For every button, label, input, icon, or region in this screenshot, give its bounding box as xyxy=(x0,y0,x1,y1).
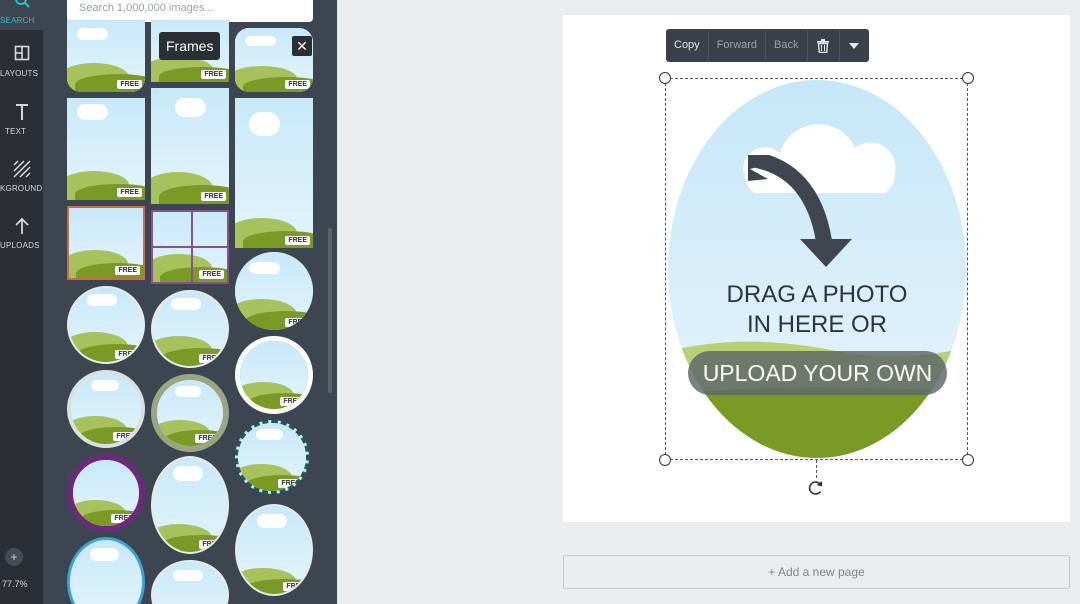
nav-item-label: TEXT xyxy=(5,127,27,136)
free-badge: FREE xyxy=(115,266,140,275)
free-badge: FREE xyxy=(199,354,224,363)
frame-thumbnail[interactable]: FREE xyxy=(235,98,313,248)
delete-button[interactable] xyxy=(808,29,840,62)
frame-thumbnail[interactable]: FREE xyxy=(67,454,145,532)
upload-icon xyxy=(0,217,43,241)
nav-item-text[interactable]: TEXT xyxy=(0,103,43,153)
zoom-level[interactable]: 77.7% xyxy=(2,579,28,589)
free-badge: FREE xyxy=(278,479,303,488)
free-badge: FREE xyxy=(117,80,142,89)
nav-item-label: LAYOUTS xyxy=(0,69,39,78)
frame-thumbnail[interactable]: FREE xyxy=(67,206,145,280)
frames-panel: Search 1,000,000 images... FREE FREE FRE… xyxy=(43,0,337,604)
nav-item-label: KGROUND xyxy=(0,184,43,193)
nav-item-layouts[interactable]: LAYOUTS xyxy=(0,45,43,95)
free-badge: FREE xyxy=(280,397,305,406)
panel-scrollbar[interactable] xyxy=(328,228,332,393)
frame-thumbnail[interactable]: FREE xyxy=(67,286,145,364)
free-badge: FREE xyxy=(201,70,226,79)
chevron-down-icon xyxy=(849,42,859,49)
free-badge: FREE xyxy=(285,318,310,327)
rotate-stem xyxy=(816,460,817,478)
add-button[interactable]: + xyxy=(5,548,23,566)
frame-thumbnail[interactable]: FREE xyxy=(235,252,313,330)
nav-item-background[interactable]: KGROUND xyxy=(0,160,43,210)
copy-button[interactable]: Copy xyxy=(666,29,709,62)
resize-handle-top-left[interactable] xyxy=(659,72,671,84)
resize-handle-bottom-left[interactable] xyxy=(659,454,671,466)
free-badge: FREE xyxy=(117,188,142,197)
search-icon xyxy=(0,0,43,16)
frame-thumbnail[interactable]: FREE xyxy=(235,504,313,596)
free-badge: FREE xyxy=(283,582,308,591)
frame-thumbnail[interactable] xyxy=(151,560,229,604)
add-page-button[interactable]: + Add a new page xyxy=(563,555,1070,589)
more-options-button[interactable] xyxy=(840,29,869,62)
close-icon[interactable]: ✕ xyxy=(292,36,312,56)
nav-item-label: SEARCH xyxy=(0,16,35,25)
frame-thumbnail[interactable]: FREE xyxy=(235,420,309,494)
free-badge: FREE xyxy=(195,434,220,443)
trash-icon xyxy=(817,38,829,53)
search-input[interactable]: Search 1,000,000 images... xyxy=(67,0,313,22)
frame-thumbnail[interactable]: FREE xyxy=(67,98,145,200)
free-badge: FREE xyxy=(199,540,224,549)
forward-button[interactable]: Forward xyxy=(709,29,767,62)
frame-thumbnail[interactable]: FREE xyxy=(67,20,145,92)
free-badge: FREE xyxy=(201,192,226,201)
rotate-icon[interactable] xyxy=(807,479,825,497)
free-badge: FREE xyxy=(113,432,138,441)
resize-handle-top-right[interactable] xyxy=(962,72,974,84)
frame-thumbnail[interactable]: FREE xyxy=(151,374,229,452)
selection-box xyxy=(665,78,968,460)
frames-tooltip: Frames xyxy=(159,32,221,60)
resize-handle-bottom-right[interactable] xyxy=(962,454,974,466)
layouts-icon xyxy=(0,45,43,69)
frame-thumbnail[interactable]: FREE xyxy=(67,370,145,448)
frame-thumbnail[interactable] xyxy=(67,537,145,604)
frame-thumbnail[interactable]: FREE xyxy=(151,456,229,554)
free-badge: FREE xyxy=(115,350,140,359)
frame-thumbnail[interactable]: FREE xyxy=(235,336,313,414)
text-icon xyxy=(0,103,43,127)
back-button[interactable]: Back xyxy=(766,29,808,62)
frame-thumbnail[interactable]: FREE xyxy=(151,88,229,204)
nav-item-search[interactable]: SEARCH xyxy=(0,0,43,42)
frame-thumbnail[interactable]: FREE xyxy=(151,290,229,368)
element-toolbar: Copy Forward Back xyxy=(666,29,869,62)
free-badge: FREE xyxy=(111,514,136,523)
free-badge: FREE xyxy=(199,270,224,279)
nav-item-uploads[interactable]: UPLOADS xyxy=(0,217,43,267)
nav-rail: SEARCH LAYOUTS TEXT KGROUND UPLOADS + 77… xyxy=(0,0,43,604)
frame-thumbnail[interactable]: FREE xyxy=(151,210,229,284)
nav-item-label: UPLOADS xyxy=(0,241,40,250)
app-window: SEARCH LAYOUTS TEXT KGROUND UPLOADS + 77… xyxy=(0,0,1080,604)
free-badge: FREE xyxy=(285,236,310,245)
background-icon xyxy=(0,160,43,184)
free-badge: FREE xyxy=(285,80,310,89)
